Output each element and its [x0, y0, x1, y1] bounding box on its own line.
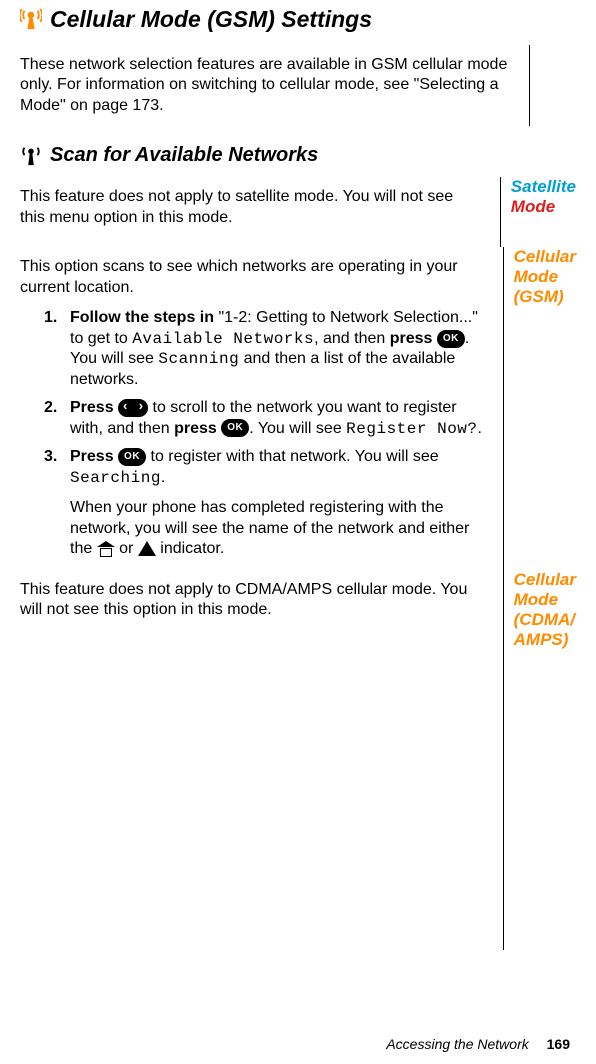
press-label: Press: [70, 448, 118, 465]
antenna-icon: [20, 145, 42, 167]
subheading-row: Scan for Available Networks: [20, 144, 576, 167]
cell-word-3: (CDMA/: [514, 610, 576, 630]
footer-chapter: Accessing the Network: [386, 1036, 528, 1052]
section-heading: Scan for Available Networks: [50, 144, 318, 167]
cdma-side: Cellular Mode (CDMA/ AMPS): [503, 570, 576, 951]
step-number: 2.: [44, 398, 70, 439]
ok-icon: OK: [221, 419, 249, 437]
display-text: Scanning: [158, 350, 239, 368]
press-label: press: [390, 330, 437, 347]
satellite-word-2: Mode: [511, 197, 576, 217]
result-text-b: indicator.: [156, 540, 224, 557]
step-1: 1. Follow the steps in "1-2: Getting to …: [44, 308, 483, 390]
step-3: 3. Press OK to register with that networ…: [44, 447, 483, 488]
step-number: 3.: [44, 447, 70, 488]
cdma-columns: This feature does not apply to CDMA/AMPS…: [20, 570, 576, 951]
intro-main: These network selection features are ava…: [20, 45, 517, 126]
press-label: press: [174, 420, 221, 437]
roaming-icon: [138, 541, 156, 556]
intro-side: [529, 45, 576, 126]
home-network-icon: [97, 541, 115, 557]
display-text: Available Networks: [132, 330, 314, 348]
cdma-main: This feature does not apply to CDMA/AMPS…: [20, 570, 491, 951]
step-after-ok: . You will see: [249, 420, 346, 437]
satellite-note: This feature does not apply to satellite…: [20, 187, 480, 228]
step-mid: , and then: [314, 330, 390, 347]
cell-word-4: AMPS): [514, 630, 576, 650]
intro-columns: These network selection features are ava…: [20, 45, 576, 126]
spacer: [20, 630, 483, 950]
cell-word-2: Mode: [514, 590, 576, 610]
step-lead: Follow the steps in: [70, 309, 218, 326]
page: Cellular Mode (GSM) Settings These netwo…: [0, 6, 596, 1064]
ok-icon: OK: [437, 330, 465, 348]
cellular-gsm-label: Cellular Mode (GSM): [514, 247, 576, 307]
step-result: When your phone has completed registerin…: [70, 498, 483, 559]
cellular-cdma-label: Cellular Mode (CDMA/ AMPS): [514, 570, 576, 650]
cdma-note: This feature does not apply to CDMA/AMPS…: [20, 580, 483, 621]
page-footer: Accessing the Network 169: [386, 1036, 570, 1052]
antenna-icon: [20, 9, 42, 31]
cell-word-1: Cellular: [514, 570, 576, 590]
press-label: Press: [70, 399, 118, 416]
gsm-columns: This option scans to see which networks …: [20, 247, 576, 569]
step-body: Follow the steps in "1-2: Getting to Net…: [70, 308, 483, 390]
scroll-icon: [118, 399, 148, 417]
display-text: Register Now?: [346, 420, 477, 438]
cell-word-1: Cellular: [514, 247, 576, 267]
ok-icon: OK: [118, 448, 146, 466]
satellite-mode-label: Satellite Mode: [511, 177, 576, 217]
intro-paragraph: These network selection features are ava…: [20, 55, 509, 116]
step-2: 2. Press to scroll to the network you wa…: [44, 398, 483, 439]
step-mid: to register with that network. You will …: [146, 448, 439, 465]
page-title: Cellular Mode (GSM) Settings: [50, 6, 372, 33]
step-body: Press to scroll to the network you want …: [70, 398, 483, 439]
gsm-main: This option scans to see which networks …: [20, 247, 491, 569]
gsm-intro: This option scans to see which networks …: [20, 257, 483, 298]
result-or: or: [115, 540, 138, 557]
satellite-main: This feature does not apply to satellite…: [20, 177, 488, 247]
step-number: 1.: [44, 308, 70, 390]
satellite-word-1: Satellite: [511, 177, 576, 197]
cell-word-2: Mode: [514, 267, 576, 287]
step-tail: .: [478, 420, 482, 437]
step-list: 1. Follow the steps in "1-2: Getting to …: [44, 308, 483, 488]
satellite-columns: This feature does not apply to satellite…: [20, 177, 576, 247]
step-body: Press OK to register with that network. …: [70, 447, 483, 488]
footer-page-number: 169: [547, 1036, 570, 1052]
cell-word-3: (GSM): [514, 287, 576, 307]
display-text: Searching: [70, 469, 161, 487]
step-tail: .: [161, 469, 165, 486]
gsm-side: Cellular Mode (GSM): [503, 247, 576, 569]
satellite-side: Satellite Mode: [500, 177, 576, 247]
heading-row: Cellular Mode (GSM) Settings: [20, 6, 576, 33]
